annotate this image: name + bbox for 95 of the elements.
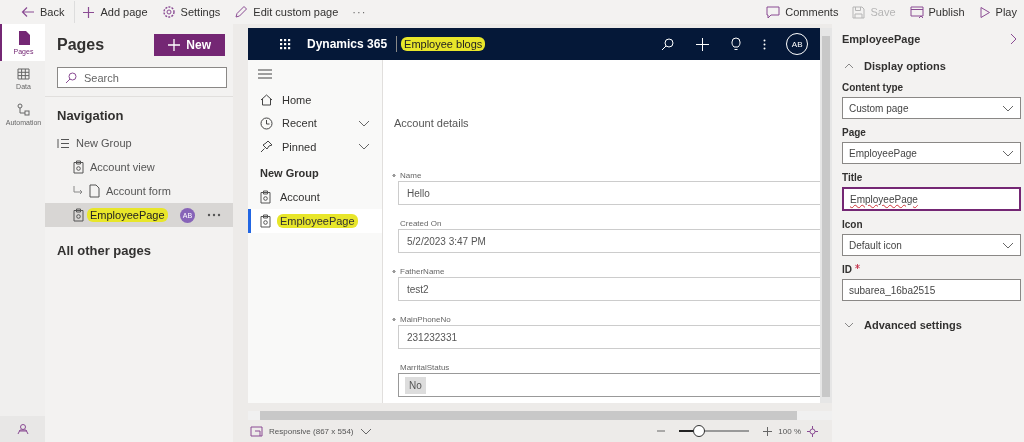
clipboard-icon	[73, 160, 84, 174]
plus-icon	[168, 39, 181, 51]
nav-item[interactable]: Account	[248, 185, 382, 209]
nav-item[interactable]: Recent	[248, 111, 382, 135]
dropdown[interactable]: Custom page	[842, 97, 1021, 119]
settings-icon	[161, 5, 176, 19]
publish-icon	[909, 5, 924, 19]
toolbar-button[interactable]: Add page	[75, 1, 155, 23]
chevron-down-icon	[1002, 149, 1014, 157]
search-field[interactable]: Search	[57, 67, 227, 88]
field-label: FatherName	[392, 266, 445, 276]
home-icon	[260, 93, 273, 106]
field-label: Page	[842, 127, 866, 138]
dropdown[interactable]: Default icon	[842, 234, 1021, 256]
pin-icon	[260, 140, 273, 154]
choice-field[interactable]: No	[398, 373, 821, 397]
toolbar-button[interactable]: Comments	[759, 1, 846, 23]
panel-title: EmployeePage	[842, 33, 921, 45]
toolbar-button[interactable]: Edit custom page	[227, 1, 346, 23]
device-icon	[250, 425, 263, 437]
field-label: Created On	[399, 218, 442, 228]
input-field[interactable]: test2	[398, 277, 821, 301]
clipboard-icon	[260, 190, 271, 205]
more-button[interactable]: ···	[345, 1, 374, 23]
document-icon	[89, 184, 100, 198]
chevron-down-icon	[359, 427, 372, 435]
clipboard-icon	[73, 208, 84, 222]
play-icon	[978, 5, 991, 19]
field-label: Name	[392, 170, 422, 180]
plus-icon	[82, 5, 96, 19]
chevron-right-icon[interactable]	[1010, 33, 1017, 45]
area-name: Employee blogs	[401, 37, 486, 51]
chevron-icon	[844, 63, 854, 69]
list-icon	[57, 137, 70, 149]
page-icon	[17, 31, 30, 45]
page-item[interactable]: Account form	[45, 179, 233, 203]
zoom-reading: 100 %	[778, 426, 801, 436]
field-label: Content type	[842, 82, 904, 93]
input-field[interactable]: 5/2/2023 3:47 PM	[398, 229, 821, 253]
field-label: Icon	[842, 219, 863, 230]
required-asterisk-icon	[855, 264, 860, 269]
chevron-icon	[844, 322, 854, 328]
chevron-down-icon	[1002, 241, 1014, 249]
nav-item[interactable]: EmployeePage	[248, 209, 382, 233]
clipboard-icon	[260, 213, 271, 228]
dropdown[interactable]: EmployeePage	[842, 142, 1021, 164]
field-label: Title	[842, 172, 863, 183]
flow-icon	[17, 103, 30, 116]
toolbar-button[interactable]: Back	[14, 1, 76, 23]
plus-icon[interactable]	[696, 37, 710, 51]
chevron-down-icon	[1002, 104, 1014, 112]
choice-value: No	[405, 376, 426, 394]
field-label: ID	[842, 264, 852, 275]
chevron-down-icon	[358, 119, 370, 127]
more-vertical-icon[interactable]	[763, 38, 767, 50]
menu-icon[interactable]	[258, 69, 272, 79]
zoom-in-icon[interactable]	[763, 426, 773, 436]
search-icon[interactable]	[661, 37, 675, 51]
grid-icon	[17, 68, 30, 80]
input-field[interactable]: Hello	[398, 181, 821, 205]
fit-to-screen-icon[interactable]	[807, 425, 818, 437]
form-title: Account details	[394, 117, 470, 129]
app-name: Dynamics 365	[307, 37, 388, 51]
toolbar-button[interactable]: Settings	[154, 1, 228, 23]
person-icon[interactable]	[16, 423, 29, 435]
chevron-down-icon	[358, 143, 370, 151]
save-icon	[852, 5, 866, 19]
nav-item[interactable]: Pinned	[248, 135, 382, 159]
nav-item[interactable]: Home	[248, 88, 382, 112]
clock-icon	[260, 116, 273, 130]
vertical-scrollbar[interactable]	[820, 28, 832, 403]
connector-icon	[73, 186, 83, 196]
comment-icon	[766, 5, 781, 19]
section-toggle[interactable]: Advanced settings	[844, 319, 1021, 331]
toolbar-button[interactable]: Play	[971, 1, 1024, 23]
more-icon[interactable]	[207, 213, 221, 217]
page-item[interactable]: New Group	[45, 131, 233, 155]
input-field[interactable]: EmployeePage	[842, 187, 1021, 211]
toolbar-button[interactable]: Publish	[902, 1, 972, 23]
section-heading: Navigation	[56, 107, 125, 125]
pencil-icon	[234, 5, 249, 19]
new-button[interactable]: New	[154, 34, 225, 56]
input-field[interactable]: 231232331	[398, 325, 821, 349]
field-label: MarritalStatus	[399, 362, 450, 372]
section-heading: All other pages	[56, 242, 152, 260]
input-field[interactable]: subarea_16ba2515	[842, 279, 1021, 301]
section-toggle[interactable]: Display options	[844, 60, 1021, 72]
nav-group-heading: New Group	[259, 165, 320, 181]
lightbulb-icon[interactable]	[731, 37, 742, 51]
field-label: MainPhoneNo	[392, 314, 451, 324]
back-arrow-icon	[21, 5, 35, 19]
app-launcher-icon[interactable]	[280, 38, 291, 50]
viewport-selector[interactable]: Responsive (867 x 554)	[250, 425, 372, 437]
page-item[interactable]: Account view	[45, 155, 233, 179]
panel-title: Pages	[57, 36, 105, 54]
